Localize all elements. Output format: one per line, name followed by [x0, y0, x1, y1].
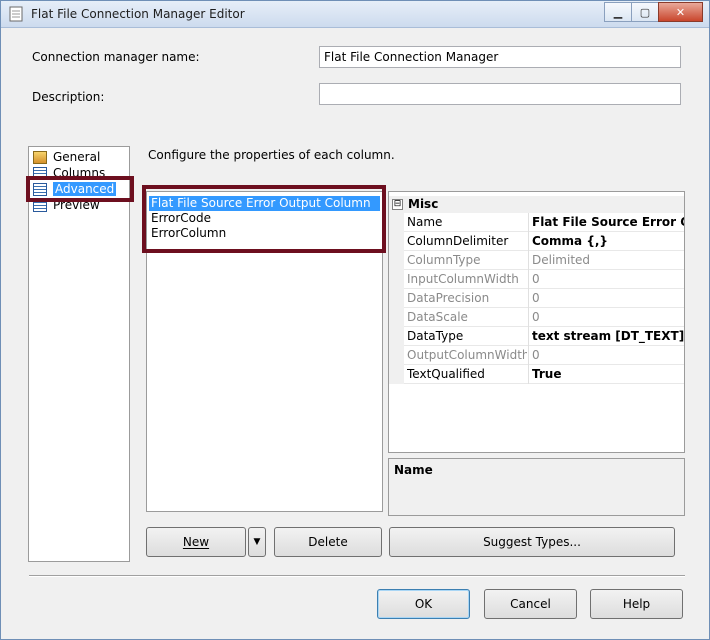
- general-icon: [33, 150, 47, 164]
- ok-button[interactable]: OK: [377, 589, 470, 619]
- suggest-types-button[interactable]: Suggest Types...: [389, 527, 675, 557]
- column-list: Flat File Source Error Output Column Err…: [146, 191, 383, 512]
- advanced-icon: [33, 182, 47, 196]
- list-item[interactable]: ErrorCode: [149, 211, 213, 226]
- preview-icon: [33, 198, 47, 212]
- row-margin: [389, 365, 404, 384]
- property-category: ⊟ Misc: [389, 196, 684, 213]
- column-divider: [528, 270, 529, 289]
- chevron-down-icon: ▼: [253, 537, 261, 547]
- nav-item-general[interactable]: General: [33, 149, 100, 165]
- column-divider: [528, 365, 529, 384]
- row-margin: [389, 308, 404, 327]
- new-dropdown-button[interactable]: ▼: [248, 527, 266, 557]
- close-button[interactable]: ✕: [658, 2, 703, 22]
- minimize-button[interactable]: ▁: [604, 2, 632, 22]
- property-value[interactable]: Delimited: [532, 253, 684, 267]
- column-divider: [528, 308, 529, 327]
- ok-button-label: OK: [414, 597, 433, 611]
- maximize-button[interactable]: ▢: [631, 2, 659, 22]
- row-margin: [389, 232, 404, 251]
- property-value[interactable]: Flat File Source Error Output Column: [532, 215, 684, 229]
- column-divider: [528, 232, 529, 251]
- help-button-label: Help: [622, 597, 651, 611]
- property-name: ColumnType: [407, 253, 481, 267]
- description-label: Description:: [32, 90, 105, 104]
- column-divider: [528, 346, 529, 365]
- connection-name-input[interactable]: Flat File Connection Manager: [319, 46, 681, 68]
- nav-item-advanced[interactable]: Advanced: [33, 181, 117, 197]
- property-row-outputcolumnwidth[interactable]: OutputColumnWidth 0: [389, 346, 684, 365]
- property-row-columntype[interactable]: ColumnType Delimited: [389, 251, 684, 270]
- connection-name-label: Connection manager name:: [32, 50, 200, 64]
- nav-item-label: Advanced: [53, 182, 117, 196]
- property-row-inputcolumnwidth[interactable]: InputColumnWidth 0: [389, 270, 684, 289]
- nav-item-label: General: [53, 150, 101, 164]
- property-value[interactable]: Comma {,}: [532, 234, 684, 248]
- maximize-icon: ▢: [639, 5, 651, 19]
- property-name: ColumnDelimiter: [407, 234, 509, 248]
- nav-item-label: Preview: [53, 198, 100, 212]
- property-row-datatype[interactable]: DataType text stream [DT_TEXT]: [389, 327, 684, 346]
- footer-divider: [29, 575, 685, 577]
- column-divider: [528, 327, 529, 346]
- property-name: Name: [407, 215, 443, 229]
- property-row-textqualified[interactable]: TextQualified True: [389, 365, 684, 384]
- row-margin: [389, 327, 404, 346]
- row-margin: [389, 213, 404, 232]
- property-description-panel: Name: [388, 458, 685, 516]
- property-name: TextQualified: [407, 367, 485, 381]
- window-title: Flat File Connection Manager Editor: [31, 7, 245, 21]
- category-label: Misc: [408, 197, 439, 211]
- property-row-dataprecision[interactable]: DataPrecision 0: [389, 289, 684, 308]
- close-icon: ✕: [675, 5, 686, 19]
- instruction-text: Configure the properties of each column.: [148, 148, 395, 162]
- page-navigation: General Columns Advanced Preview: [28, 146, 130, 562]
- help-button[interactable]: Help: [590, 589, 683, 619]
- property-name: InputColumnWidth: [407, 272, 519, 286]
- collapse-icon[interactable]: ⊟: [392, 199, 403, 210]
- document-icon: [9, 6, 23, 22]
- minimize-icon: ▁: [613, 5, 623, 19]
- description-input[interactable]: [319, 83, 681, 105]
- columns-icon: [33, 166, 47, 180]
- list-item[interactable]: ErrorColumn: [149, 226, 228, 241]
- column-divider: [528, 289, 529, 308]
- nav-item-label: Columns: [53, 166, 106, 180]
- new-button[interactable]: New: [146, 527, 246, 557]
- property-grid: ⊟ Misc Name Flat File Source Error Outpu…: [388, 191, 685, 453]
- list-item[interactable]: Flat File Source Error Output Column: [149, 196, 380, 211]
- property-value[interactable]: 0: [532, 348, 684, 362]
- property-value[interactable]: 0: [532, 310, 684, 324]
- column-divider: [528, 251, 529, 270]
- description-title: Name: [394, 463, 433, 477]
- suggest-types-button-label: Suggest Types...: [483, 535, 581, 549]
- row-margin: [389, 270, 404, 289]
- property-name: DataType: [407, 329, 464, 343]
- nav-item-preview[interactable]: Preview: [33, 197, 100, 213]
- property-row-datascale[interactable]: DataScale 0: [389, 308, 684, 327]
- row-margin: [389, 346, 404, 365]
- delete-button-label: Delete: [308, 535, 348, 549]
- row-margin: [389, 251, 404, 270]
- delete-button[interactable]: Delete: [274, 527, 382, 557]
- cancel-button[interactable]: Cancel: [484, 589, 577, 619]
- property-value[interactable]: True: [532, 367, 684, 381]
- property-value[interactable]: 0: [532, 291, 684, 305]
- property-value[interactable]: 0: [532, 272, 684, 286]
- window-controls: ▁ ▢ ✕: [604, 2, 703, 22]
- title-bar[interactable]: Flat File Connection Manager Editor ▁ ▢ …: [1, 1, 709, 28]
- property-row-name[interactable]: Name Flat File Source Error Output Colum…: [389, 213, 684, 232]
- new-button-label: New: [182, 535, 210, 549]
- column-divider: [528, 213, 529, 232]
- property-name: DataPrecision: [407, 291, 490, 305]
- property-row-columndelimiter[interactable]: ColumnDelimiter Comma {,}: [389, 232, 684, 251]
- property-name: DataScale: [407, 310, 468, 324]
- property-name: OutputColumnWidth: [407, 348, 527, 362]
- nav-item-columns[interactable]: Columns: [33, 165, 105, 181]
- property-value[interactable]: text stream [DT_TEXT]: [532, 329, 684, 343]
- cancel-button-label: Cancel: [510, 597, 551, 611]
- row-margin: [389, 289, 404, 308]
- dialog-window: Flat File Connection Manager Editor ▁ ▢ …: [0, 0, 710, 640]
